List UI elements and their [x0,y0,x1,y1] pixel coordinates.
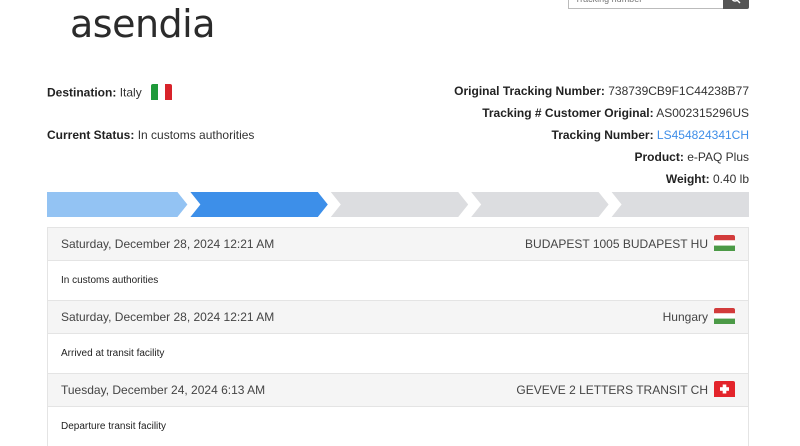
status-label: Current Status: [47,128,135,142]
current-status-row: Current Status: In customs authorities [47,128,254,142]
event-description: Arrived at transit facility [47,334,749,373]
logo-text: asendia [70,2,216,46]
event-description: Departure transit facility [47,407,749,446]
customer-original-label: Tracking # Customer Original: [482,106,654,120]
weight-value: 0.40 lb [712,172,749,186]
progress-step-2 [190,192,328,217]
event-item: Saturday, December 28, 2024 12:21 AM Hun… [47,300,749,373]
event-item: Tuesday, December 24, 2024 6:13 AM GEVEV… [47,373,749,446]
event-datetime: Saturday, December 28, 2024 12:21 AM [61,310,275,324]
destination-label: Destination: [47,85,117,100]
hungary-flag-icon [714,234,735,254]
event-location-wrap: BUDAPEST 1005 BUDAPEST HU [525,234,735,254]
search-button[interactable] [723,0,749,9]
customer-original-row: Tracking # Customer Original: AS00231529… [482,106,749,120]
tracking-number-link[interactable]: LS454824341CH [657,128,749,142]
tracking-number-label: Tracking Number: [551,128,654,142]
product-label: Product: [634,150,684,164]
weight-row: Weight: 0.40 lb [666,172,749,186]
product-row: Product: e-PAQ Plus [635,150,750,164]
event-datetime: Tuesday, December 24, 2024 6:13 AM [61,383,266,397]
event-header: Saturday, December 28, 2024 12:21 AM BUD… [47,227,749,261]
hungary-flag-icon [714,307,735,327]
customer-original-value: AS002315296US [656,106,749,120]
progress-step-1 [47,192,188,217]
weight-label: Weight: [665,172,710,186]
shipment-progress-bar [47,192,749,217]
event-datetime: Saturday, December 28, 2024 12:21 AM [61,237,275,251]
tracking-search [568,0,749,9]
italy-flag-icon [151,84,173,103]
event-location-wrap: GEVEVE 2 LETTERS TRANSIT CH [516,380,735,400]
original-tracking-label: Original Tracking Number: [454,84,605,98]
progress-step-5 [611,192,749,217]
event-location-wrap: Hungary [662,307,735,327]
asendia-logo[interactable]: asendia [70,0,216,48]
status-value: In customs authorities [137,128,255,142]
product-value: e-PAQ Plus [687,150,749,164]
event-header: Saturday, December 28, 2024 12:21 AM Hun… [47,300,749,334]
event-location: GEVEVE 2 LETTERS TRANSIT CH [516,383,708,397]
tracking-number-input[interactable] [568,0,723,9]
switzerland-flag-icon [714,380,735,400]
progress-step-3 [330,192,469,217]
tracking-number-row: Tracking Number: LS454824341CH [552,128,749,142]
original-tracking-row: Original Tracking Number: 738739CB9F1C44… [454,84,749,98]
destination-value: Italy [119,85,142,100]
destination-row: Destination: Italy [47,84,173,103]
event-item: Saturday, December 28, 2024 12:21 AM BUD… [47,227,749,300]
tracking-events: Saturday, December 28, 2024 12:21 AM BUD… [47,227,749,446]
event-description: In customs authorities [47,261,749,300]
search-icon [731,0,741,4]
event-header: Tuesday, December 24, 2024 6:13 AM GEVEV… [47,373,749,407]
progress-step-4 [471,192,609,217]
event-location: Hungary [662,310,708,324]
event-location: BUDAPEST 1005 BUDAPEST HU [525,237,708,251]
original-tracking-value: 738739CB9F1C44238B77 [608,84,749,98]
